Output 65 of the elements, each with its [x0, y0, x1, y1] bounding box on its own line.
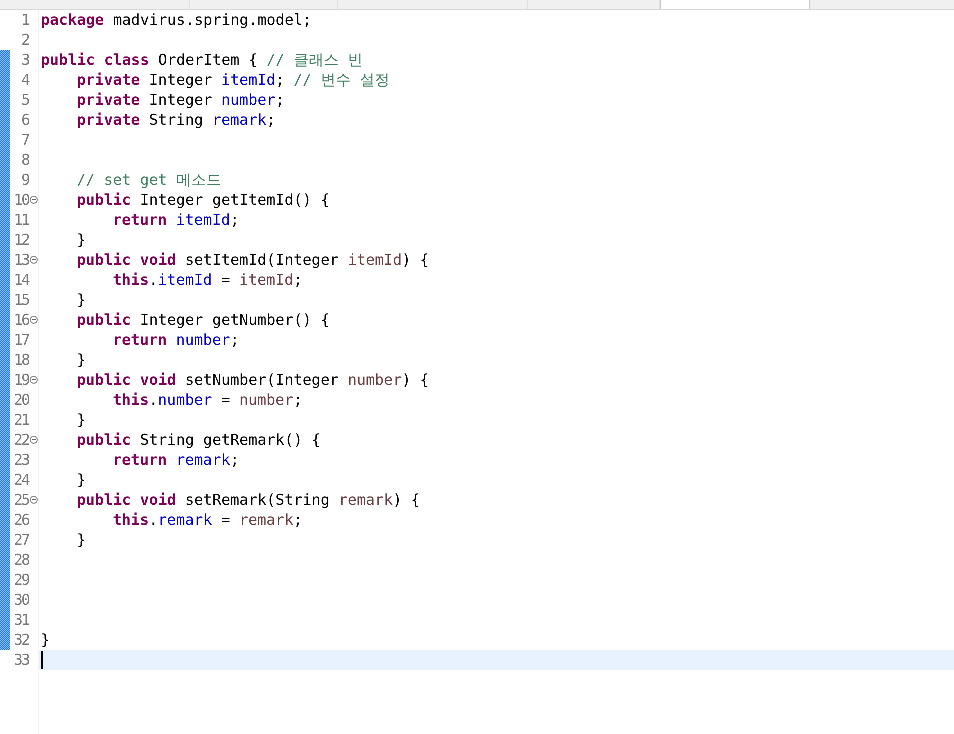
- line-number: 3: [21, 50, 29, 70]
- line-number: 14: [14, 270, 29, 290]
- line-number: 5: [21, 90, 29, 110]
- code-line: }: [77, 350, 86, 370]
- line-number: 7: [21, 130, 29, 150]
- line-number: 31: [14, 610, 29, 630]
- collapse-icon[interactable]: [30, 316, 38, 324]
- code-line: public void setItemId(Integer itemId) {: [77, 250, 430, 270]
- line-number: 2: [21, 30, 29, 50]
- code-line: public class OrderItem { // 클래스 빈: [41, 50, 363, 70]
- line-number: 28: [14, 550, 29, 570]
- line-number: 11: [14, 210, 29, 230]
- line-number: 17: [14, 330, 29, 350]
- code-line: }: [77, 530, 86, 550]
- line-number: 6: [21, 110, 29, 130]
- code-line: private Integer number;: [77, 90, 285, 110]
- code-line: // set get 메소드: [77, 170, 222, 190]
- collapse-icon[interactable]: [30, 436, 38, 444]
- code-line: }: [41, 630, 50, 650]
- line-number: 1: [21, 10, 29, 30]
- line-number: 29: [14, 570, 29, 590]
- line-number: 21: [14, 410, 29, 430]
- code-line: private String remark;: [77, 110, 276, 130]
- code-line: public void setRemark(String remark) {: [77, 490, 420, 510]
- code-line: private Integer itemId; // 변수 설정: [77, 70, 390, 90]
- line-number: 23: [14, 450, 29, 470]
- code-line: this.remark = remark;: [113, 510, 303, 530]
- line-number: 9: [21, 170, 29, 190]
- collapse-icon[interactable]: [30, 256, 38, 264]
- code-line: package madvirus.spring.model;: [41, 10, 312, 30]
- code-line: return remark;: [113, 450, 240, 470]
- line-number: 25: [14, 490, 29, 510]
- code-line: }: [77, 410, 86, 430]
- code-line: public void setNumber(Integer number) {: [77, 370, 430, 390]
- line-number: 10: [14, 190, 29, 210]
- collapse-icon[interactable]: [30, 496, 38, 504]
- line-number: 27: [14, 530, 29, 550]
- line-number: 26: [14, 510, 29, 530]
- collapse-icon[interactable]: [30, 376, 38, 384]
- code-line: return itemId;: [113, 210, 240, 230]
- line-number: 20: [14, 390, 29, 410]
- line-number: 4: [21, 70, 29, 90]
- line-number: 33: [14, 650, 29, 670]
- line-number: 19: [14, 370, 29, 390]
- line-number: 12: [14, 230, 29, 250]
- code-line: }: [77, 290, 86, 310]
- code-line: }: [77, 230, 86, 250]
- line-number: 18: [14, 350, 29, 370]
- line-number: 15: [14, 290, 29, 310]
- text-cursor: [41, 651, 43, 669]
- line-number: 22: [14, 430, 29, 450]
- code-line: this.itemId = itemId;: [113, 270, 303, 290]
- line-number: 24: [14, 470, 29, 490]
- line-number: 16: [14, 310, 29, 330]
- code-line: this.number = number;: [113, 390, 303, 410]
- line-number: 30: [14, 590, 29, 610]
- code-line: }: [77, 470, 86, 490]
- code-line: public Integer getNumber() {: [77, 310, 330, 330]
- code-line: public Integer getItemId() {: [77, 190, 330, 210]
- line-number: 13: [14, 250, 29, 270]
- collapse-icon[interactable]: [30, 196, 38, 204]
- line-number: 32: [14, 630, 29, 650]
- code-line: public String getRemark() {: [77, 430, 321, 450]
- line-number: 8: [21, 150, 29, 170]
- code-line: return number;: [113, 330, 240, 350]
